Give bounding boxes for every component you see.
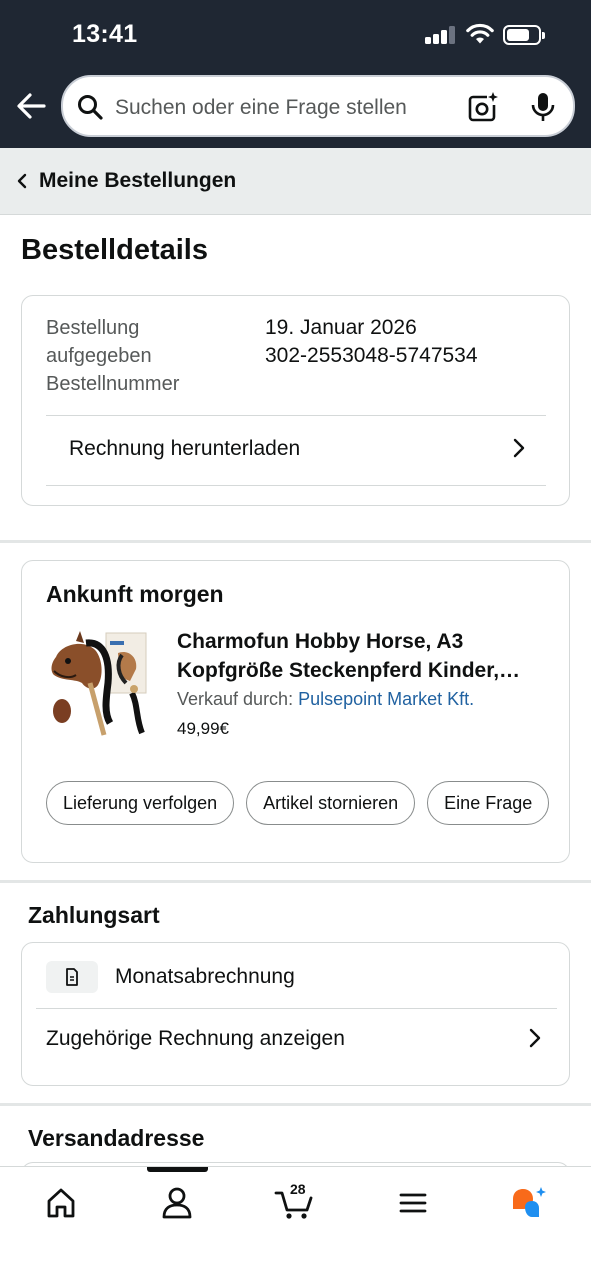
search-icon <box>78 95 103 120</box>
track-package-button[interactable]: Lieferung verfolgen <box>46 781 235 825</box>
battery-icon <box>503 25 545 45</box>
cart-icon[interactable] <box>273 1185 317 1221</box>
shipping-section-title: Versandadresse <box>28 1125 205 1151</box>
status-time: 13:41 <box>72 20 138 48</box>
delivery-status-title: Ankunft morgen <box>46 581 224 607</box>
bottom-navigation: 28 <box>0 1166 591 1280</box>
product-title[interactable]: Charmofun Hobby Horse, A3 Kopfgröße Stec… <box>177 627 547 685</box>
payment-card: Monatsabrechnung Zugehörige Rechnung anz… <box>21 942 570 1086</box>
menu-icon[interactable] <box>393 1185 433 1221</box>
cancel-item-button[interactable]: Artikel stornieren <box>246 781 416 825</box>
home-icon[interactable] <box>41 1185 81 1221</box>
chevron-left-icon <box>17 173 27 189</box>
divider <box>46 485 546 486</box>
app-header: 13:41 Suchen oder eine Frage stellen <box>0 0 591 148</box>
product-title-line2[interactable]: Kopfgröße Steckenpferd Kinder,… <box>177 656 547 685</box>
cellular-signal-icon <box>425 26 457 44</box>
document-icon <box>46 961 98 993</box>
section-divider <box>0 880 591 883</box>
seller-prefix: Verkauf durch: <box>177 689 294 709</box>
order-actions: Lieferung verfolgen Artikel stornieren Ein… <box>46 781 553 827</box>
view-invoice-link[interactable]: Zugehörige Rechnung anzeigen <box>46 1027 345 1051</box>
payment-section-title: Zahlungsart <box>28 902 160 928</box>
order-placed-label-line2: aufgegeben <box>46 345 152 367</box>
back-arrow-icon[interactable] <box>14 88 48 124</box>
order-placed-label: Bestellung <box>46 317 140 339</box>
divider <box>46 415 546 416</box>
search-bar[interactable]: Suchen oder eine Frage stellen <box>61 75 575 137</box>
search-input[interactable]: Suchen oder eine Frage stellen <box>115 96 407 120</box>
product-price: 49,99€ <box>177 719 229 738</box>
order-number-value: 302-2553048-5747534 <box>265 344 478 367</box>
breadcrumb[interactable]: Meine Bestellungen <box>0 148 591 215</box>
camera-search-icon[interactable] <box>467 91 499 123</box>
delivery-card: Ankunft morgen Charmofun Hobby Horse, A3… <box>21 560 570 863</box>
section-divider <box>0 540 591 543</box>
divider <box>36 1008 557 1009</box>
rufus-assistant-icon[interactable] <box>509 1185 549 1221</box>
chevron-right-icon <box>513 438 525 458</box>
chevron-right-icon <box>529 1028 541 1048</box>
breadcrumb-label[interactable]: Meine Bestellungen <box>39 169 236 193</box>
page-title: Bestelldetails <box>21 234 208 266</box>
microphone-icon[interactable] <box>529 91 557 123</box>
order-number-label: Bestellnummer <box>46 373 180 395</box>
download-invoice-link[interactable]: Rechnung herunterladen <box>69 437 300 461</box>
product-image[interactable] <box>46 623 156 739</box>
payment-method: Monatsabrechnung <box>115 965 295 988</box>
active-tab-indicator <box>147 1167 208 1172</box>
order-placed-value: 19. Januar 2026 <box>265 316 417 339</box>
section-divider <box>0 1103 591 1106</box>
account-icon[interactable] <box>157 1185 197 1221</box>
wifi-icon <box>466 23 494 44</box>
order-info-card: Bestellung aufgegeben Bestellnummer 19. … <box>21 295 570 506</box>
seller-link[interactable]: Pulsepoint Market Kft. <box>298 689 474 709</box>
seller-info: Verkauf durch: Pulsepoint Market Kft. <box>177 689 474 710</box>
product-title-line1[interactable]: Charmofun Hobby Horse, A3 <box>177 627 547 656</box>
ask-question-button[interactable]: Eine Frage <box>427 781 550 825</box>
